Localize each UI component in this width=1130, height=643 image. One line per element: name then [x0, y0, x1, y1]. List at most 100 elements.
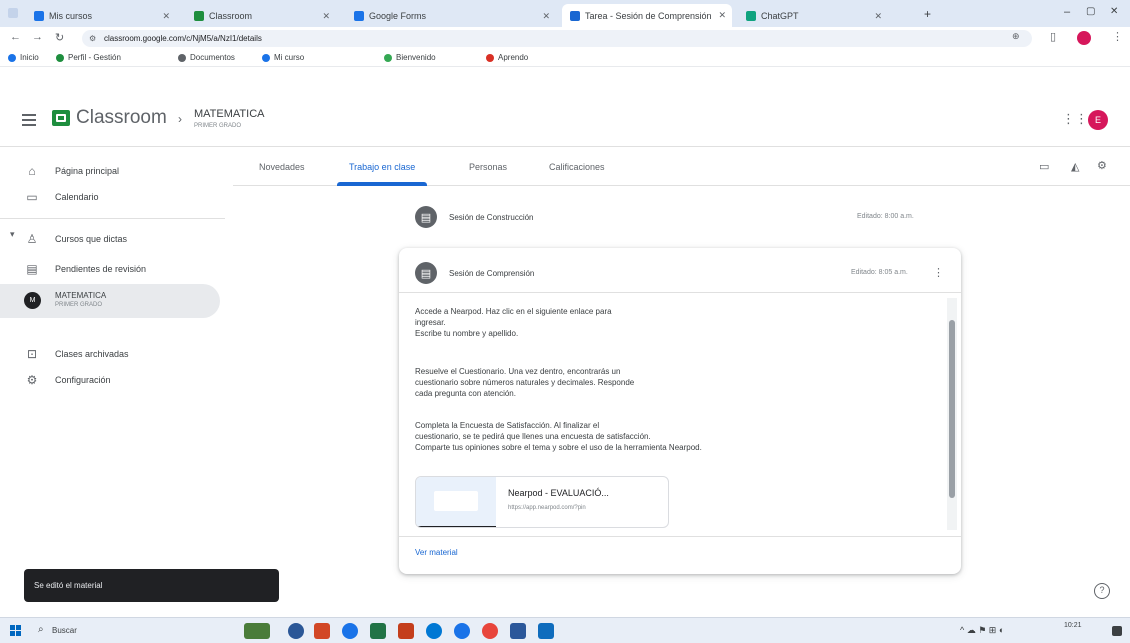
taskbar-app-icon[interactable] — [454, 623, 470, 639]
taskbar-app-icon[interactable] — [538, 623, 554, 639]
tab-people[interactable]: Personas — [469, 162, 507, 172]
sidebar-item-teaching[interactable]: ♙ Cursos que dictas — [0, 226, 220, 252]
bookmark-item[interactable]: Inicio — [8, 53, 39, 62]
sidebar-item-label: Cursos que dictas — [55, 234, 128, 244]
gear-icon[interactable]: ⚙ — [1097, 159, 1107, 172]
maximize-icon[interactable]: ▢ — [1086, 6, 1095, 17]
taskbar-app-icon[interactable] — [510, 623, 526, 639]
sidebar-item-to-review[interactable]: ▤ Pendientes de revisión — [0, 256, 220, 282]
taskbar-app-icon[interactable] — [288, 623, 304, 639]
bookmark-item[interactable]: Mi curso — [262, 53, 304, 62]
instruction-line: cuestionario sobre números naturales y d… — [415, 378, 635, 387]
taskbar-app-icon[interactable] — [426, 623, 442, 639]
tab-grades[interactable]: Calificaciones — [549, 162, 605, 172]
calendar-icon[interactable]: ▭ — [1039, 160, 1049, 173]
instruction-line: Completa la Encuesta de Satisfacción. Al… — [415, 421, 600, 430]
sidebar-item-calendar[interactable]: ▭ Calendario — [0, 184, 220, 210]
instruction-line: Resuelve el Cuestionario. Una vez dentro… — [415, 367, 621, 376]
tab-title: ChatGPT — [761, 11, 799, 21]
user-avatar[interactable]: E — [1088, 110, 1108, 130]
people-icon: ♙ — [26, 232, 38, 246]
tab-classwork[interactable]: Trabajo en clase — [349, 162, 415, 172]
bookmark-icon — [262, 53, 270, 62]
new-tab-icon[interactable]: + — [924, 7, 931, 21]
system-tray-icon[interactable]: ^ ☁ ⚑ ⊞ ◐ — [960, 625, 1004, 636]
close-icon[interactable]: ✕ — [874, 11, 882, 22]
extensions-icon[interactable]: ▯ — [1050, 30, 1056, 43]
classroom-header — [0, 67, 1130, 147]
reload-icon[interactable]: ↻ — [55, 31, 64, 44]
browser-tab[interactable]: Classroom ✕ — [186, 5, 336, 27]
divider — [399, 292, 961, 293]
browser-menu-icon[interactable]: ⋮ — [1112, 30, 1123, 43]
material-meta: Editado: 8:05 a.m. — [851, 269, 908, 276]
close-icon[interactable]: ✕ — [718, 10, 726, 21]
minimize-icon[interactable]: – — [1064, 6, 1070, 18]
material-title[interactable]: Sesión de Comprensión — [449, 269, 534, 278]
sidebar-item-label: Página principal — [55, 166, 120, 176]
close-icon[interactable]: ✕ — [322, 11, 330, 22]
taskbar-app-icon[interactable] — [398, 623, 414, 639]
browser-tab[interactable]: Google Forms ✕ — [346, 5, 556, 27]
gear-icon: ⚙ — [26, 373, 38, 387]
tab-title: Mis cursos — [49, 11, 93, 21]
tab-title: Tarea - Sesión de Comprensión — [585, 10, 712, 21]
back-icon[interactable]: ← — [10, 31, 21, 43]
course-title[interactable]: MATEMATICA — [194, 108, 264, 120]
apps-grid-icon[interactable]: ⋮⋮ — [1062, 111, 1088, 127]
bookmark-icon — [56, 53, 64, 62]
main-menu-icon[interactable] — [22, 114, 36, 126]
bookmark-item[interactable]: Bienvenido — [384, 53, 436, 62]
sidebar-item-settings[interactable]: ⚙ Configuración — [0, 367, 220, 393]
bookmark-item[interactable]: Documentos — [178, 53, 235, 62]
classroom-logo-icon[interactable] — [52, 110, 70, 126]
sidebar-item-course[interactable]: M MATEMATICA PRIMER GRADO — [0, 284, 220, 318]
taskbar-app-icon[interactable] — [314, 623, 330, 639]
brand-title[interactable]: Classroom — [76, 107, 167, 129]
scrollbar[interactable] — [947, 298, 957, 530]
folder-icon: ▤ — [26, 262, 38, 276]
taskbar-app-icon[interactable] — [370, 623, 386, 639]
sidebar-item-archived[interactable]: ⊡ Clases archivadas — [0, 341, 220, 367]
material-item[interactable]: ▤ Sesión de Construcción Editado: 8:00 a… — [409, 200, 961, 236]
bookmark-label: Perfil - Gestión — [68, 53, 121, 62]
view-material-link[interactable]: Ver material — [415, 548, 458, 557]
bookmark-item[interactable]: Aprendo — [486, 53, 528, 62]
notifications-icon[interactable] — [1112, 626, 1122, 636]
more-options-icon[interactable]: ⋮ — [933, 266, 944, 279]
tab-list-icon[interactable] — [8, 8, 18, 18]
attachment-card[interactable]: Nearpod - EVALUACIÓ... https://app.nearp… — [415, 476, 669, 528]
taskbar-app-icon[interactable] — [342, 623, 358, 639]
taskbar-app-icon[interactable] — [244, 623, 270, 639]
sidebar-item-sublabel: PRIMER GRADO — [55, 302, 103, 308]
close-icon[interactable]: ✕ — [162, 11, 170, 22]
drive-folder-icon[interactable]: ◭ — [1071, 160, 1079, 173]
taskbar-clock[interactable]: 10:21 — [1064, 622, 1082, 629]
material-icon: ▤ — [415, 206, 437, 228]
divider — [399, 536, 961, 537]
bookmark-item[interactable]: Perfil - Gestión — [56, 53, 121, 62]
site-info-icon[interactable]: ⚙ — [89, 30, 96, 47]
instruction-paragraph: Resuelve el Cuestionario. Una vez dentro… — [415, 366, 935, 399]
material-expanded: ▤ Sesión de Comprensión Editado: 8:05 a.… — [399, 248, 961, 574]
bookmark-label: Inicio — [20, 53, 39, 62]
close-window-icon[interactable]: ✕ — [1110, 6, 1118, 17]
install-icon[interactable]: ⊕ — [1012, 31, 1020, 42]
scrollbar-thumb[interactable] — [949, 320, 955, 498]
tab-stream[interactable]: Novedades — [259, 162, 305, 172]
taskbar-app-icon[interactable] — [482, 623, 498, 639]
close-icon[interactable]: ✕ — [542, 11, 550, 22]
windows-start-icon[interactable] — [10, 625, 22, 637]
taskbar-search-icon[interactable]: ⌕ — [38, 624, 44, 635]
profile-avatar[interactable] — [1077, 31, 1091, 45]
address-bar[interactable]: ⚙ classroom.google.com/c/NjM5/a/NzI1/det… — [82, 30, 1032, 47]
browser-tab-active[interactable]: Tarea - Sesión de Comprensión ✕ — [562, 4, 732, 27]
bookmark-label: Documentos — [190, 53, 235, 62]
sidebar-item-home[interactable]: ⌂ Página principal — [0, 158, 220, 184]
browser-tab[interactable]: Mis cursos ✕ — [26, 5, 176, 27]
taskbar-search-label[interactable]: Buscar — [52, 626, 77, 635]
bookmarks-bar: Inicio Perfil - Gestión Documentos Mi cu… — [0, 50, 1130, 67]
forward-icon[interactable]: → — [32, 31, 43, 43]
browser-tab[interactable]: ChatGPT ✕ — [738, 5, 888, 27]
help-icon[interactable]: ? — [1094, 583, 1110, 599]
